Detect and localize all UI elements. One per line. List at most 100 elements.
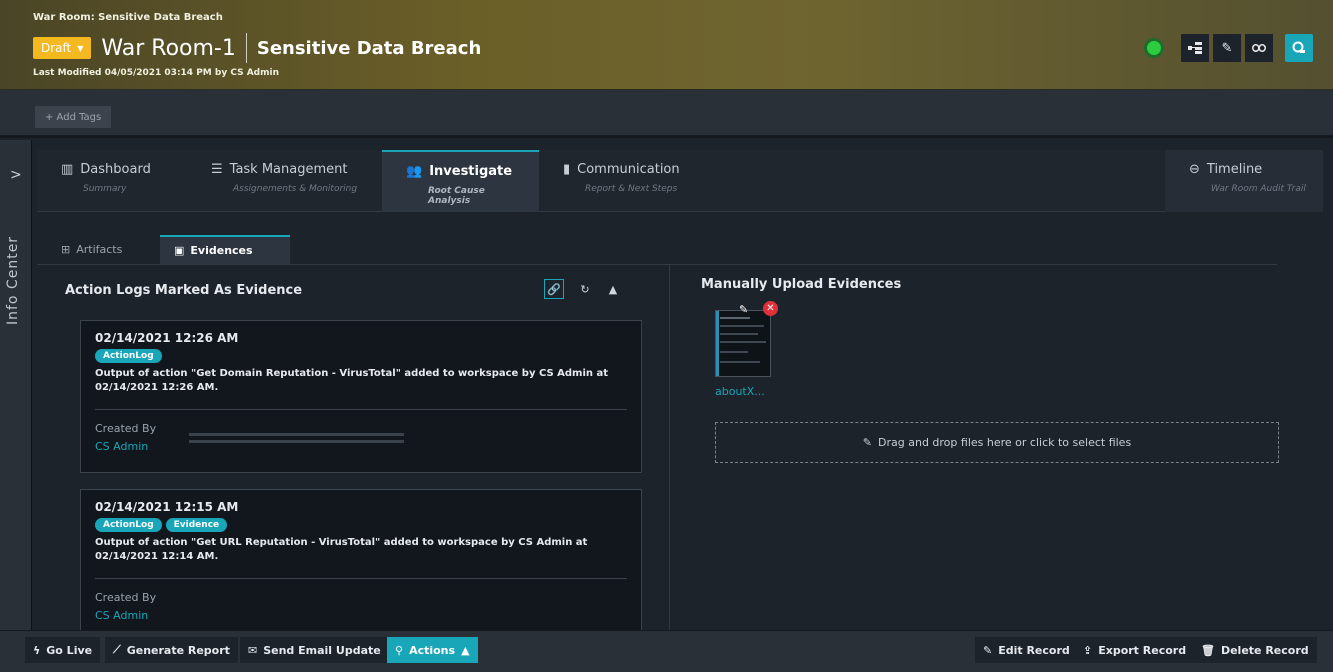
subtab-label: Evidences [190, 244, 253, 257]
tag-badge: ActionLog [95, 349, 162, 363]
info-center-label: Info Center [5, 235, 21, 325]
tab-bar: ▥ Dashboard Summary ☰ Task Management Assi… [37, 150, 1323, 212]
hierarchy-icon[interactable] [1181, 34, 1209, 62]
button-label: Actions [409, 643, 456, 657]
main-panel: ▥ Dashboard Summary ☰ Task Management Assi… [37, 140, 1323, 649]
trash-icon: 🗑 [1201, 643, 1215, 657]
users-icon: 👥 [406, 164, 423, 179]
chat-icon[interactable] [1285, 34, 1313, 62]
card-message: Output of action "Get URL Reputation - V… [95, 537, 588, 562]
created-by-link[interactable]: CS Admin [95, 609, 627, 622]
refresh-icon[interactable]: ↻ [575, 279, 595, 299]
button-label: Export Record [1098, 643, 1187, 657]
war-room-title: War Room-1 [101, 35, 236, 61]
close-icon[interactable]: ✕ [763, 301, 778, 316]
tab-timeline[interactable]: ⊖ Timeline War Room Audit Trail [1165, 150, 1323, 212]
tab-dashboard[interactable]: ▥ Dashboard Summary [37, 150, 187, 212]
dropzone-label: Drag and drop files here or click to sel… [878, 436, 1132, 449]
tab-sublabel: Summary [83, 184, 127, 194]
subtab-bar: ⊞ Artifacts ▣ Evidences [37, 235, 1277, 265]
pencil-icon[interactable]: ✎ [1213, 34, 1241, 62]
tag-badge: ActionLog [95, 518, 162, 532]
header-actions: ✎ [1147, 34, 1313, 62]
export-icon: ⇪ [1083, 643, 1093, 657]
evidence-card: 02/14/2021 12:15 AM ActionLog Evidence O… [80, 489, 642, 649]
war-room-header: War Room: Sensitive Data Breach Draft ▼ … [0, 0, 1333, 90]
chevron-right-icon[interactable]: > [10, 167, 22, 183]
tab-communication[interactable]: ▮ Communication Report & Next Steps [539, 150, 724, 212]
tab-label: Communication [577, 162, 680, 177]
evidence-card: 02/14/2021 12:26 AM ActionLog Output of … [80, 320, 642, 473]
tab-sublabel: Root Cause Analysis [428, 186, 485, 206]
pane-title: Action Logs Marked As Evidence [65, 283, 303, 298]
tab-label: Investigate [429, 164, 513, 179]
last-modified: Last Modified 04/05/2021 03:14 PM by CS … [33, 68, 279, 78]
link-evidence-button[interactable]: 🔗 [544, 279, 564, 299]
generate-report-button[interactable]: ⟋ Generate Report [105, 637, 238, 663]
bar-chart-icon: ▥ [61, 162, 74, 177]
edit-icon[interactable]: ✎ [739, 303, 748, 316]
link-icon[interactable] [1245, 34, 1273, 62]
info-center-sidebar[interactable]: > Info Center [0, 140, 32, 630]
email-icon: ✉ [248, 643, 258, 657]
subtab-artifacts[interactable]: ⊞ Artifacts [47, 235, 136, 264]
file-thumbnail[interactable] [715, 310, 771, 377]
tag-bar: + Add Tags [0, 90, 1333, 138]
status-label: Draft [41, 41, 72, 55]
tab-label: Timeline [1206, 162, 1263, 177]
tab-task-management[interactable]: ☰ Task Management Assignements & Monitori… [187, 150, 382, 212]
subtab-label: Artifacts [76, 243, 123, 256]
button-label: Edit Record [998, 643, 1070, 657]
breadcrumb: War Room: Sensitive Data Breach [33, 12, 223, 23]
subtab-evidences[interactable]: ▣ Evidences [160, 235, 290, 264]
tab-label: Task Management [229, 162, 348, 177]
card-message: Output of action "Get Domain Reputation … [95, 368, 609, 393]
tab-investigate[interactable]: 👥 Investigate Root Cause Analysis [382, 150, 539, 212]
add-tags-button[interactable]: + Add Tags [35, 106, 112, 128]
tab-sublabel: Report & Next Steps [585, 184, 678, 194]
redacted-bar [189, 440, 404, 443]
evidence-icon: ▣ [174, 244, 185, 257]
timeline-icon: ⊖ [1189, 162, 1200, 177]
file-name-link[interactable]: aboutX... [715, 385, 765, 398]
tab-sublabel: Assignements & Monitoring [233, 184, 358, 194]
button-label: Generate Report [126, 643, 230, 657]
caret-up-icon: ▲ [461, 643, 470, 657]
card-divider [95, 409, 627, 410]
report-icon: ⟋ [113, 643, 121, 656]
created-by-label: Created By [95, 591, 157, 604]
tab-label: Dashboard [80, 162, 151, 177]
war-room-subtitle: Sensitive Data Breach [256, 37, 482, 59]
card-date: 02/14/2021 12:15 AM [95, 500, 239, 514]
title-divider [245, 33, 247, 63]
edit-icon: ✎ [983, 643, 993, 657]
list-icon: ☰ [211, 162, 223, 177]
artifacts-icon: ⊞ [61, 243, 71, 256]
tag-badge: Evidence [165, 518, 228, 532]
send-email-update-button[interactable]: ✉ Send Email Update [240, 637, 389, 663]
paperclip-icon: ✎ [862, 436, 873, 449]
button-label: Send Email Update [263, 643, 381, 657]
actions-button[interactable]: ⚲ Actions ▲ [387, 637, 478, 663]
chart-icon: ▮ [563, 162, 571, 177]
export-record-button[interactable]: ⇪ Export Record [1075, 637, 1195, 663]
card-divider [95, 578, 627, 579]
lightning-icon: ϟ [33, 643, 41, 657]
edit-record-button[interactable]: ✎ Edit Record [975, 637, 1078, 663]
button-label: Delete Record [1220, 643, 1309, 657]
card-tags: ActionLog Evidence [95, 518, 627, 532]
file-dropzone[interactable]: ✎ Drag and drop files here or click to s… [715, 422, 1279, 463]
upload-evidences-pane: Manually Upload Evidences ✎ ✕ aboutX... … [701, 265, 1301, 630]
status-dropdown[interactable]: Draft ▼ [33, 37, 92, 59]
card-tags: ActionLog [95, 349, 627, 363]
pane-title: Manually Upload Evidences [701, 277, 902, 292]
title-row: Draft ▼ War Room-1 Sensitive Data Breach [33, 33, 481, 63]
go-live-button[interactable]: ϟ Go Live [25, 637, 101, 663]
actions-icon: ⚲ [395, 643, 404, 657]
delete-record-button[interactable]: 🗑 Delete Record [1193, 637, 1317, 663]
button-label: Go Live [46, 643, 93, 657]
card-date: 02/14/2021 12:26 AM [95, 331, 239, 345]
action-logs-pane: Action Logs Marked As Evidence 🔗 ↻ ▲ 02/… [37, 265, 670, 649]
collapse-icon[interactable]: ▲ [603, 279, 623, 299]
tab-sublabel: War Room Audit Trail [1211, 184, 1306, 194]
